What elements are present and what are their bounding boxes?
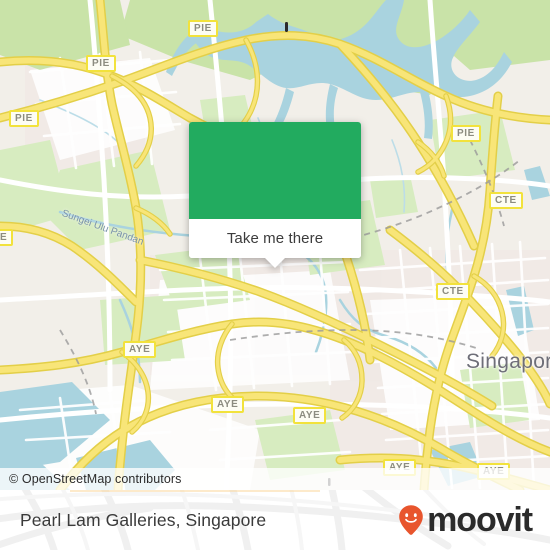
popup-pointer-tail bbox=[264, 257, 286, 268]
road-shield-aye-3: AYE bbox=[293, 407, 327, 424]
page-title: Pearl Lam Galleries, Singapore bbox=[20, 509, 267, 530]
moovit-map-screenshot: PIE PIE PIE PIE CTE CTE AYE AYE AYE AYE … bbox=[0, 0, 550, 550]
map-canvas[interactable]: PIE PIE PIE PIE CTE CTE AYE AYE AYE AYE … bbox=[0, 0, 550, 490]
place-label-singapore: Singapore bbox=[466, 350, 550, 373]
road-shield-aye-2: AYE bbox=[211, 396, 245, 413]
road-shield-cte-1: CTE bbox=[489, 192, 523, 209]
popup-image-placeholder bbox=[189, 122, 361, 219]
road-shield-cte-2: CTE bbox=[436, 283, 470, 300]
moovit-pin-icon bbox=[399, 505, 423, 535]
road-shield-pie-4: PIE bbox=[451, 125, 481, 142]
moovit-logo[interactable]: moovit bbox=[398, 501, 533, 539]
road-shield-pie-2: PIE bbox=[86, 55, 116, 72]
footer-content: Pearl Lam Galleries, Singapore moovit bbox=[0, 490, 550, 550]
footer-bar: Pearl Lam Galleries, Singapore moovit bbox=[0, 490, 550, 550]
popup-body: Take me there bbox=[189, 122, 361, 258]
attribution-text[interactable]: © OpenStreetMap contributors bbox=[9, 472, 182, 486]
road-shield-aye-1: AYE bbox=[123, 341, 157, 358]
moovit-wordmark: moovit bbox=[427, 501, 533, 539]
location-popup-card[interactable]: Take me there bbox=[189, 122, 361, 268]
map-attribution-bar: © OpenStreetMap contributors bbox=[0, 468, 550, 490]
road-shield-pie-3: PIE bbox=[9, 110, 39, 127]
road-shield-pie-1: PIE bbox=[188, 20, 218, 37]
take-me-there-button[interactable]: Take me there bbox=[189, 219, 361, 258]
take-me-there-label: Take me there bbox=[226, 230, 324, 247]
road-shield-edge: E bbox=[0, 229, 14, 246]
